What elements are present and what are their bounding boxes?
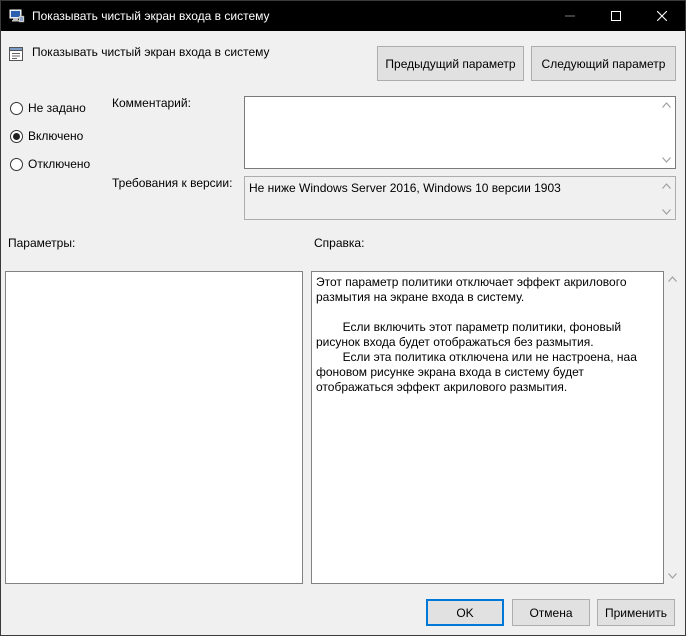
radio-disabled[interactable]: Отключено xyxy=(10,156,90,172)
scroll-down-icon[interactable] xyxy=(662,209,671,215)
scroll-down-icon[interactable] xyxy=(662,157,671,163)
ok-button[interactable]: OK xyxy=(426,599,504,626)
radio-label-disabled: Отключено xyxy=(28,157,91,171)
scroll-up-icon[interactable] xyxy=(662,183,671,189)
scroll-up-icon[interactable] xyxy=(662,102,671,108)
supported-on-field: Не ниже Windows Server 2016, Windows 10 … xyxy=(244,176,676,220)
cancel-button[interactable]: Отмена xyxy=(512,599,590,626)
radio-not-configured[interactable]: Не задано xyxy=(10,100,86,116)
minimize-icon xyxy=(565,15,575,17)
radio-circle[interactable] xyxy=(10,101,23,115)
close-icon xyxy=(657,11,667,21)
comment-scrollbar[interactable] xyxy=(658,97,675,168)
supported-on-label: Требования к версии: xyxy=(112,176,233,190)
radio-circle[interactable] xyxy=(10,157,23,171)
title-bar[interactable]: Показывать чистый экран входа в систему xyxy=(1,1,685,31)
supported-scrollbar[interactable] xyxy=(658,177,675,219)
next-setting-button[interactable]: Следующий параметр xyxy=(531,46,676,81)
maximize-button[interactable] xyxy=(593,1,639,31)
radio-enabled[interactable]: Включено xyxy=(10,128,83,144)
comment-field[interactable] xyxy=(244,96,676,169)
help-scrollbar[interactable] xyxy=(664,271,681,584)
minimize-button[interactable] xyxy=(547,1,593,31)
help-label: Справка: xyxy=(314,236,365,250)
previous-setting-button[interactable]: Предыдущий параметр xyxy=(377,46,524,81)
scroll-up-icon[interactable] xyxy=(668,276,677,282)
radio-circle-selected[interactable] xyxy=(10,129,23,143)
supported-on-value: Не ниже Windows Server 2016, Windows 10 … xyxy=(249,181,561,195)
policy-setting-icon xyxy=(8,46,24,62)
scroll-down-icon[interactable] xyxy=(668,573,677,579)
policy-editor-icon xyxy=(9,8,25,24)
options-panel xyxy=(5,271,303,584)
policy-title: Показывать чистый экран входа в систему xyxy=(32,45,270,59)
comment-label: Комментарий: xyxy=(112,96,191,110)
apply-button[interactable]: Применить xyxy=(597,599,675,626)
window-title: Показывать чистый экран входа в систему xyxy=(32,9,270,23)
options-label: Параметры: xyxy=(8,236,76,250)
close-button[interactable] xyxy=(639,1,685,31)
policy-dialog-window: Показывать чистый экран входа в систему xyxy=(0,0,686,636)
help-panel: Этот параметр политики отключает эффект … xyxy=(311,271,664,584)
radio-label-not-configured: Не задано xyxy=(28,101,86,115)
maximize-icon xyxy=(611,11,621,21)
radio-label-enabled: Включено xyxy=(28,129,84,143)
help-text: Этот параметр политики отключает эффект … xyxy=(316,275,637,394)
